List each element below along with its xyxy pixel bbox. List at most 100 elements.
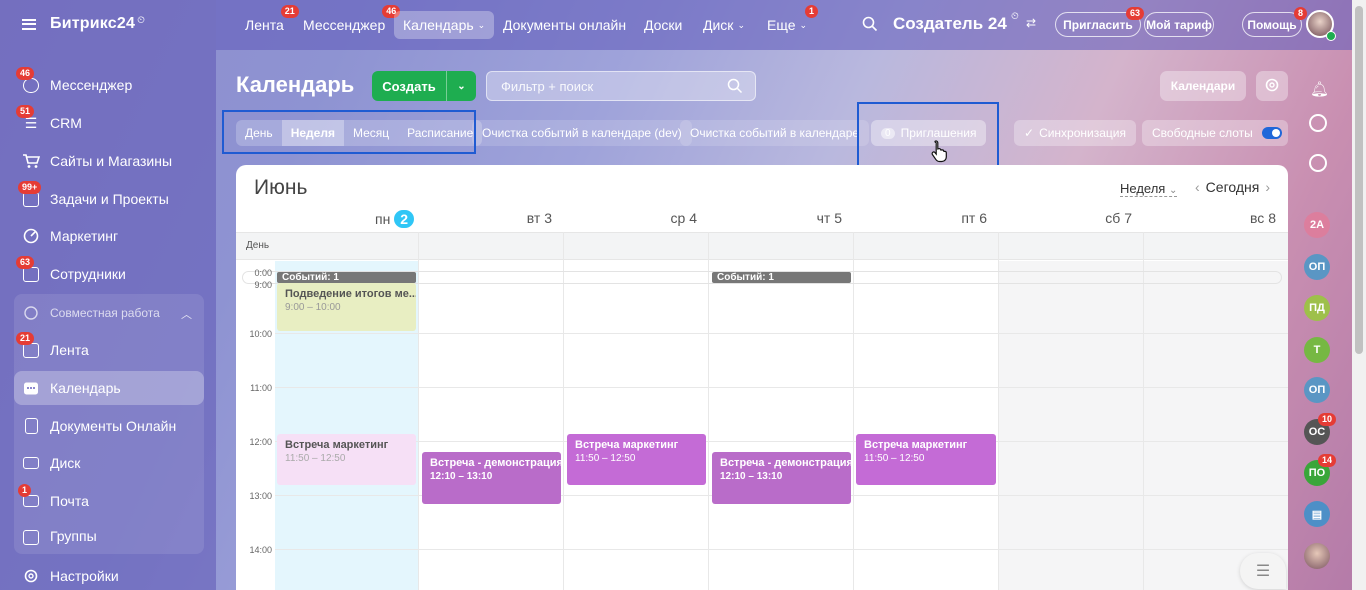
sidebar-item-docs[interactable]: Документы Онлайн	[14, 409, 204, 443]
chevron-down-icon[interactable]: ⌄	[447, 81, 476, 92]
create-button[interactable]: Создать ⌄	[372, 71, 476, 101]
company-name[interactable]: Создатель 24	[893, 14, 1007, 34]
topnav-messenger[interactable]: Мессенджер 46	[294, 5, 401, 39]
day-header-sat[interactable]: сб 7	[1070, 210, 1132, 230]
avatar-initials: ОС	[1308, 426, 1326, 438]
hour-label: 0:00	[254, 268, 272, 278]
event-card[interactable]: Встреча маркетинг 11:50 – 12:50	[856, 434, 996, 485]
avatar[interactable]: ОС 10	[1304, 413, 1336, 445]
day-header-tue[interactable]: вт 3	[490, 210, 552, 230]
invitations-count: 0	[881, 127, 895, 139]
avatar[interactable]: Т	[1304, 337, 1330, 363]
chevron-up-icon[interactable]: ︿	[181, 306, 192, 322]
tariff-button[interactable]: Мой тариф	[1144, 12, 1214, 37]
avatar[interactable]: ОП	[1304, 377, 1330, 403]
topnav-boards[interactable]: Доски	[635, 11, 691, 39]
settings-button[interactable]	[1256, 71, 1288, 101]
sidebar-item-sites[interactable]: Сайты и Магазины	[14, 144, 204, 178]
list-menu-icon[interactable]: ☰	[1240, 553, 1286, 589]
invitations-button[interactable]: 0 Приглашения	[871, 120, 987, 146]
sidebar-item-tasks[interactable]: 99+ Задачи и Проекты	[14, 181, 204, 216]
help-button[interactable]: Помощь 8	[1242, 7, 1307, 37]
mode-select[interactable]: Неделя ⌄	[1120, 181, 1178, 197]
swap-icon[interactable]: ⇄	[1026, 16, 1036, 30]
chevron-right-icon[interactable]: ›	[1265, 179, 1270, 195]
today-button[interactable]: Сегодня	[1206, 179, 1260, 195]
chevron-left-icon[interactable]: ‹	[1195, 179, 1200, 195]
chat-avatar-icon[interactable]: ▤	[1304, 501, 1330, 527]
avatar-initials: ПО	[1308, 467, 1326, 479]
avatar-photo[interactable]	[1304, 543, 1330, 569]
day-header-fri[interactable]: пт 6	[925, 210, 987, 230]
topnav-calendar[interactable]: Календарь ⌄	[394, 11, 495, 39]
bell-icon[interactable]: 🔔︎	[1310, 80, 1329, 98]
topnav-feed[interactable]: Лента 21	[236, 5, 299, 39]
sidebar-item-calendar[interactable]: Календарь	[14, 371, 204, 405]
hour-label: 13:00	[249, 491, 272, 501]
chat-icon[interactable]	[1309, 154, 1327, 172]
event-card[interactable]: Подведение итогов ме... 9:00 – 10:00	[277, 283, 416, 331]
collapsed-events-mon[interactable]: Событий: 1	[277, 272, 416, 283]
sidebar-item-label: Настройки	[50, 568, 119, 584]
day-header-sun[interactable]: вс 8	[1214, 210, 1276, 230]
toggle-switch[interactable]	[1262, 127, 1282, 139]
day-header-thu[interactable]: чт 5	[780, 210, 842, 230]
event-title: Встреча маркетинг	[285, 439, 389, 451]
view-week-tab[interactable]: Неделя	[281, 120, 344, 146]
sidebar-item-disk[interactable]: Диск	[14, 446, 204, 480]
free-slots-toggle[interactable]: Свободные слоты	[1142, 120, 1288, 146]
cleanup-dev-button[interactable]: Очистка событий в календаре (dev)	[472, 120, 692, 146]
avatar[interactable]: ПД	[1304, 295, 1330, 321]
sidebar-item-label: Лента	[50, 342, 89, 358]
day-name: чт	[816, 210, 831, 226]
search-filter-input[interactable]: Фильтр + поиск	[486, 71, 756, 101]
day-name: вт	[526, 210, 541, 226]
sidebar-item-groups[interactable]: Группы	[14, 525, 204, 547]
search-icon[interactable]	[727, 78, 743, 97]
view-day-tab[interactable]: День	[236, 120, 282, 146]
avatar[interactable]: 2А	[1304, 212, 1330, 238]
logo[interactable]: Битрикс24 ⏲	[22, 14, 145, 34]
invite-button[interactable]: Пригласить 63	[1055, 7, 1144, 37]
today-nav[interactable]: ‹ Сегодня ›	[1195, 179, 1270, 195]
grid-hline	[275, 441, 1288, 442]
avatar[interactable]: ОП	[1304, 254, 1330, 280]
sidebar-item-settings[interactable]: Настройки	[14, 559, 204, 590]
menu-icon[interactable]	[22, 18, 36, 30]
day-name: вс	[1250, 210, 1265, 226]
event-card[interactable]: Встреча - демонстрация 12:10 – 13:10	[712, 452, 851, 504]
view-schedule-tab[interactable]: Расписание	[398, 120, 483, 146]
sync-button[interactable]: ✓ Синхронизация	[1014, 120, 1136, 146]
day-header-wed[interactable]: ср 4	[635, 210, 697, 230]
sidebar-item-crm[interactable]: ☰ 51 CRM	[14, 105, 204, 140]
event-card[interactable]: Встреча маркетинг 11:50 – 12:50	[277, 434, 416, 485]
event-card[interactable]: Встреча - демонстрация 12:10 – 13:10	[422, 452, 561, 504]
avatar[interactable]: ПО 14	[1304, 454, 1336, 486]
calendars-button[interactable]: Календари	[1160, 71, 1246, 101]
page-scrollbar[interactable]	[1352, 0, 1366, 590]
sidebar-item-label: Сайты и Магазины	[50, 153, 173, 169]
cleanup-button[interactable]: Очистка событий в календаре	[680, 120, 870, 146]
collapsed-events-thu[interactable]: Событий: 1	[712, 272, 851, 283]
sidebar-item-employees[interactable]: 63 Сотрудники	[14, 256, 204, 291]
create-label: Создать	[382, 78, 436, 94]
sidebar-item-mail[interactable]: 1 Почта	[14, 484, 204, 518]
sidebar-item-feed[interactable]: 21 Лента	[14, 332, 204, 367]
grid-vline	[1143, 232, 1144, 590]
grid-hline	[275, 333, 1288, 334]
messenger-badge: 46	[16, 67, 35, 80]
event-card[interactable]: Встреча маркетинг 11:50 – 12:50	[567, 434, 706, 485]
activity-icon[interactable]	[1309, 114, 1327, 132]
topnav-more[interactable]: Еще ⌄ 1	[758, 5, 819, 39]
sidebar-item-marketing[interactable]: Маркетинг	[14, 219, 204, 253]
view-month-tab[interactable]: Месяц	[343, 120, 399, 146]
hour-label: 12:00	[249, 437, 272, 447]
scrollbar-thumb[interactable]	[1355, 6, 1363, 354]
search-icon[interactable]	[862, 16, 878, 35]
sidebar-item-messenger[interactable]: 46 Мессенджер	[14, 67, 204, 102]
topnav-docs[interactable]: Документы онлайн	[494, 11, 635, 39]
topnav-disk[interactable]: Диск ⌄	[694, 11, 754, 39]
sidebar-group-header[interactable]: Совместная работа ︿	[14, 296, 204, 330]
gear-icon	[1264, 77, 1280, 96]
day-header-mon[interactable]: пн 2	[350, 210, 414, 230]
